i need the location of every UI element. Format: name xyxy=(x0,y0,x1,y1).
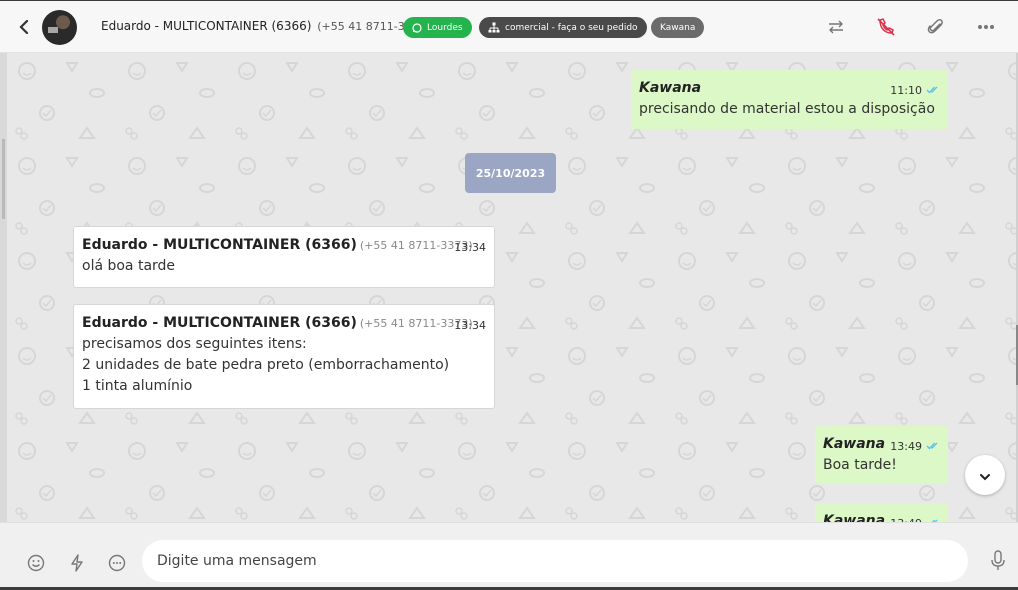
message-text: precisando de material estou a disposiçã… xyxy=(639,101,935,117)
message-bubble-received[interactable]: Eduardo - MULTICONTAINER (6366) (+55 41 8… xyxy=(73,226,495,288)
end-call-icon[interactable] xyxy=(875,16,897,38)
message-sender: Eduardo - MULTICONTAINER (6366) xyxy=(82,315,357,331)
double-check-icon xyxy=(926,436,940,457)
chat-header: Eduardo - MULTICONTAINER (6366) (+55 41 … xyxy=(0,0,1018,53)
chat-icon[interactable] xyxy=(106,552,128,574)
microphone-icon[interactable] xyxy=(987,550,1009,572)
contact-name: Eduardo - MULTICONTAINER (6366) xyxy=(101,19,312,33)
message-time: 13:34 xyxy=(454,319,486,332)
chevron-down-icon xyxy=(979,466,991,485)
message-bubble-sent[interactable]: Kawana 11:10 precisando de material esto… xyxy=(631,70,948,129)
message-text-line: 1 tinta alumínio xyxy=(82,378,193,394)
agent-tag[interactable]: Kawana xyxy=(651,17,705,38)
whatsapp-connection-label: Lourdes xyxy=(427,22,463,33)
message-meta: 13:49 xyxy=(890,513,940,522)
queue-tag[interactable]: comercial - faça o seu pedido xyxy=(479,17,647,38)
sidebar-edge xyxy=(0,53,7,522)
whatsapp-icon xyxy=(412,22,422,33)
message-meta: 13:49 xyxy=(890,436,940,457)
double-check-icon xyxy=(926,513,940,522)
quick-reply-icon[interactable] xyxy=(66,552,88,574)
chat-messages[interactable]: Kawana 11:10 precisando de material esto… xyxy=(7,53,1016,522)
back-icon[interactable] xyxy=(14,17,34,37)
message-composer xyxy=(0,522,1018,590)
message-text-line: precisamos dos seguintes itens: xyxy=(82,336,307,352)
scroll-to-bottom-button[interactable] xyxy=(965,455,1005,495)
message-header: Eduardo - MULTICONTAINER (6366) (+55 41 8… xyxy=(82,235,486,256)
more-icon[interactable] xyxy=(975,16,997,38)
attachment-icon[interactable] xyxy=(925,16,947,38)
double-check-icon xyxy=(926,80,940,101)
transfer-icon[interactable] xyxy=(825,16,847,38)
message-time: 13:49 xyxy=(890,440,922,453)
date-separator: 25/10/2023 xyxy=(465,153,556,193)
message-text-line: 2 unidades de bate pedra preto (emborrac… xyxy=(82,357,450,373)
queue-label: comercial - faça o seu pedido xyxy=(505,22,638,33)
emoji-icon[interactable] xyxy=(25,552,47,574)
message-time: 11:10 xyxy=(890,84,922,97)
contact-title[interactable]: Eduardo - MULTICONTAINER (6366) (+55 41 … xyxy=(101,19,430,33)
avatar[interactable] xyxy=(42,10,77,45)
message-input[interactable] xyxy=(142,540,968,582)
sitemap-icon xyxy=(488,22,500,33)
message-time: 13:49 xyxy=(890,513,922,522)
message-text: Boa tarde! xyxy=(823,457,897,473)
message-text: olá boa tarde xyxy=(82,258,176,274)
agent-label: Kawana xyxy=(660,22,696,33)
message-sender: Eduardo - MULTICONTAINER (6366) xyxy=(82,237,357,253)
message-header: Eduardo - MULTICONTAINER (6366) (+55 41 8… xyxy=(82,313,486,334)
message-time: 13:34 xyxy=(454,241,486,254)
message-bubble-sent[interactable]: Kawana 13:49 Boa tarde! xyxy=(815,426,948,484)
message-meta: 13:34 xyxy=(454,237,486,258)
message-bubble-received[interactable]: Eduardo - MULTICONTAINER (6366) (+55 41 8… xyxy=(73,304,495,409)
whatsapp-connection-tag[interactable]: Lourdes xyxy=(403,17,472,38)
message-meta: 11:10 xyxy=(890,80,940,101)
message-meta: 13:34 xyxy=(454,315,486,336)
message-bubble-sent[interactable]: Kawana 13:49 xyxy=(815,503,948,522)
